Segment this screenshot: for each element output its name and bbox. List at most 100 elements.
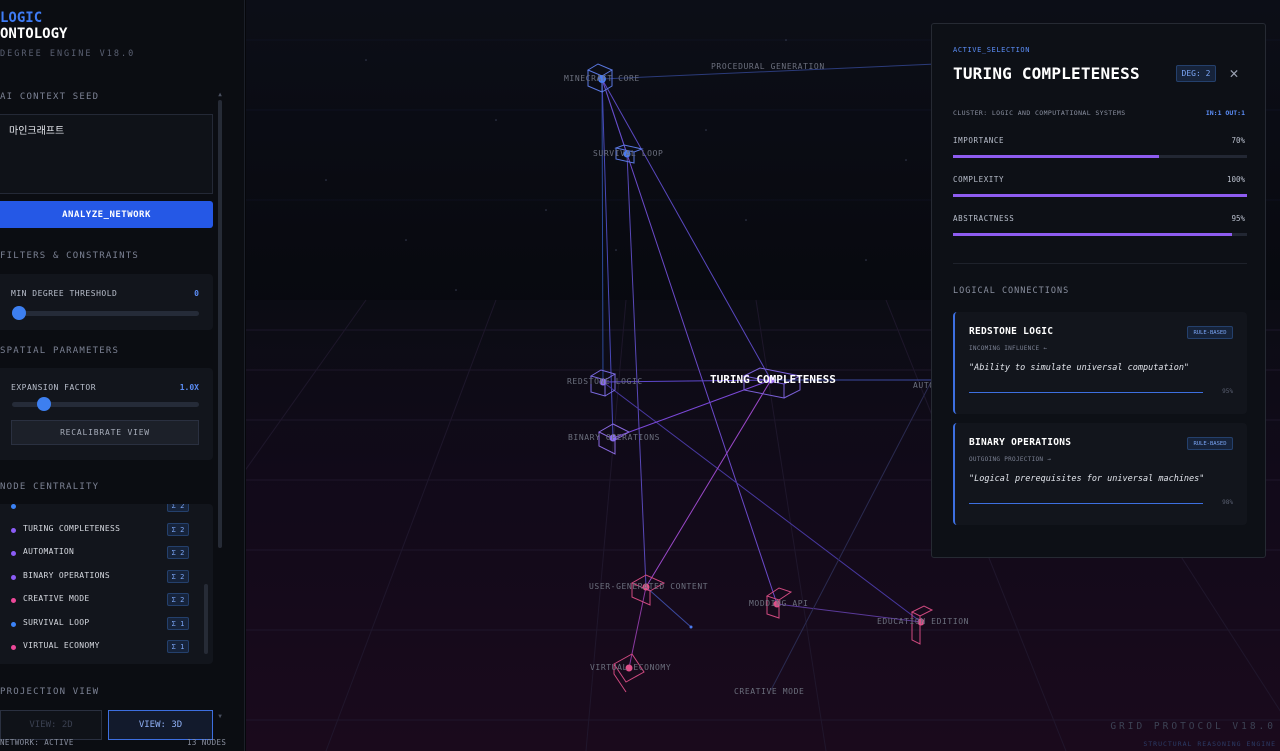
- analyze-network-button[interactable]: ANALYZE_NETWORK: [0, 201, 213, 228]
- min-degree-slider[interactable]: [12, 306, 199, 320]
- connection-card[interactable]: BINARY OPERATIONS RULE-BASED OUTGOING PR…: [953, 423, 1247, 525]
- footer-brand: GRID PROTOCOL V18.0: [1110, 721, 1276, 732]
- centrality-section-title: NODE CENTRALITY: [0, 482, 100, 492]
- connection-tag: RULE-BASED: [1187, 326, 1233, 339]
- cluster-dot-icon: [11, 528, 16, 533]
- list-item[interactable]: SURVIVAL LOOP Σ 1: [0, 616, 213, 634]
- metric-abstractness-fill: [953, 233, 1233, 236]
- centrality-label: VIRTUAL ECONOMY: [23, 641, 100, 650]
- brand-line2: ONTOLOGY: [0, 26, 68, 42]
- seed-section-title: AI CONTEXT SEED: [0, 92, 100, 102]
- node-redstone-logic[interactable]: REDSTONE LOGIC: [567, 377, 643, 386]
- connection-direction: INCOMING INFLUENCE ←: [969, 345, 1048, 352]
- connection-name: REDSTONE LOGIC: [969, 326, 1054, 337]
- metric-complexity-value: 100%: [1226, 175, 1245, 184]
- degree-badge: Σ 2: [167, 570, 189, 583]
- degree-badge: Σ 2: [167, 523, 189, 536]
- spatial-card: EXPANSION FACTOR 1.0X RECALIBRATE VIEW: [0, 368, 213, 460]
- panel-kicker: ACTIVE_SELECTION: [953, 46, 1031, 54]
- metric-complexity-bar: [953, 194, 1247, 197]
- node-education-edition[interactable]: EDUCATION EDITION: [877, 617, 969, 626]
- metric-abstractness-bar: [953, 233, 1247, 236]
- view-2d-button[interactable]: VIEW: 2D: [0, 710, 102, 740]
- node-procedural-generation[interactable]: PROCEDURAL GENERATION: [711, 62, 825, 71]
- node-count: 13 NODES: [187, 738, 227, 747]
- sidebar-scrollbar[interactable]: [218, 100, 222, 548]
- sidebar: LOGIC ONTOLOGY DEGREE ENGINE V18.0 ▲ ▼ A…: [0, 0, 245, 751]
- expansion-value: 1.0X: [179, 383, 199, 392]
- degree-badge: Σ 2: [167, 504, 189, 512]
- metric-importance-label: IMPORTANCE: [953, 136, 1005, 145]
- centrality-label: CREATIVE MODE: [23, 594, 90, 603]
- view-3d-button[interactable]: VIEW: 3D: [108, 710, 213, 740]
- degree-badge: Σ 1: [167, 640, 189, 653]
- metric-importance-fill: [953, 155, 1159, 158]
- scroll-up-icon[interactable]: ▲: [217, 91, 223, 98]
- centrality-label: AUTOMATION: [23, 547, 75, 556]
- network-status: NETWORK: ACTIVE: [0, 738, 74, 747]
- min-degree-card: MIN DEGREE THRESHOLD 0: [0, 274, 213, 330]
- node-creative-mode[interactable]: CREATIVE MODE: [734, 687, 804, 696]
- metric-importance-value: 70%: [1231, 136, 1245, 145]
- min-degree-value: 0: [194, 289, 199, 298]
- metric-abstractness-label: ABSTRACTNESS: [953, 214, 1015, 223]
- brand-logo: LOGIC ONTOLOGY DEGREE ENGINE V18.0: [0, 10, 135, 59]
- panel-title: TURING COMPLETENESS: [953, 64, 1140, 83]
- in-out-count: IN:1 OUT:1: [1205, 109, 1245, 117]
- centrality-list: Σ 2 TURING COMPLETENESS Σ 2 AUTOMATION Σ…: [0, 504, 213, 664]
- recalibrate-view-button[interactable]: RECALIBRATE VIEW: [11, 420, 199, 445]
- cluster-label: CLUSTER: LOGIC AND COMPUTATIONAL SYSTEMS: [953, 109, 1126, 117]
- min-degree-label: MIN DEGREE THRESHOLD: [11, 289, 118, 298]
- list-item[interactable]: BINARY OPERATIONS Σ 2: [0, 569, 213, 587]
- metric-abstractness-value: 95%: [1231, 214, 1245, 223]
- node-binary-operations[interactable]: BINARY OPERATIONS: [568, 433, 660, 442]
- expansion-slider[interactable]: [12, 397, 199, 411]
- connection-strength: 98%: [1222, 499, 1233, 506]
- connection-quote: "Logical prerequisites for universal mac…: [969, 474, 1205, 484]
- node-modding-api[interactable]: MODDING API: [749, 599, 809, 608]
- brand-line1: LOGIC: [0, 10, 43, 26]
- list-item[interactable]: AUTOMATION Σ 2: [0, 545, 213, 563]
- connection-card[interactable]: REDSTONE LOGIC RULE-BASED INCOMING INFLU…: [953, 312, 1247, 414]
- panel-divider: [953, 263, 1247, 264]
- cluster-dot-icon: [11, 575, 16, 580]
- close-icon[interactable]: ✕: [1226, 64, 1242, 82]
- connections-title: LOGICAL CONNECTIONS: [953, 286, 1070, 296]
- node-minecraft-core[interactable]: MINECRAFT CORE: [564, 74, 640, 83]
- node-survival-loop[interactable]: SURVIVAL LOOP: [593, 149, 663, 158]
- list-item[interactable]: Σ 2: [0, 504, 213, 516]
- selection-panel: ACTIVE_SELECTION TURING COMPLETENESS DEG…: [931, 23, 1266, 558]
- list-item[interactable]: CREATIVE MODE Σ 2: [0, 592, 213, 610]
- connection-quote: "Ability to simulate universal computati…: [969, 363, 1190, 373]
- list-item[interactable]: TURING COMPLETENESS Σ 2: [0, 522, 213, 540]
- connection-tag: RULE-BASED: [1187, 437, 1233, 450]
- centrality-label: TURING COMPLETENESS: [23, 524, 121, 533]
- degree-badge: Σ 2: [167, 593, 189, 606]
- list-item[interactable]: VIRTUAL ECONOMY Σ 1: [0, 639, 213, 657]
- cluster-dot-icon: [11, 622, 16, 627]
- connection-name: BINARY OPERATIONS: [969, 437, 1072, 448]
- seed-textarea[interactable]: 마인크래프트: [0, 114, 213, 194]
- scroll-down-icon[interactable]: ▼: [217, 713, 223, 720]
- min-degree-slider-handle[interactable]: [12, 306, 26, 320]
- expansion-slider-handle[interactable]: [37, 397, 51, 411]
- node-automation[interactable]: AUTOMATION: [913, 381, 931, 390]
- expansion-label: EXPANSION FACTOR: [11, 383, 97, 392]
- connection-direction: OUTGOING PROJECTION →: [969, 456, 1052, 463]
- brand-subtitle: DEGREE ENGINE V18.0: [0, 49, 136, 59]
- metric-complexity-fill: [953, 194, 1247, 197]
- node-user-generated-content[interactable]: USER-GENERATED CONTENT: [589, 582, 708, 591]
- connection-strength-bar: [969, 392, 1203, 393]
- degree-badge: Σ 2: [167, 546, 189, 559]
- node-virtual-economy[interactable]: VIRTUAL ECONOMY: [590, 663, 671, 672]
- cluster-dot-icon: [11, 598, 16, 603]
- node-turing-completeness[interactable]: TURING COMPLETENESS: [710, 373, 836, 386]
- centrality-scrollbar[interactable]: [204, 584, 208, 654]
- cluster-dot-icon: [11, 645, 16, 650]
- metric-importance-bar: [953, 155, 1247, 158]
- spatial-section-title: SPATIAL PARAMETERS: [0, 346, 120, 356]
- degree-badge: Σ 1: [167, 617, 189, 630]
- connection-strength: 95%: [1222, 388, 1233, 395]
- metric-complexity-label: COMPLEXITY: [953, 175, 1005, 184]
- cluster-dot-icon: [11, 551, 16, 556]
